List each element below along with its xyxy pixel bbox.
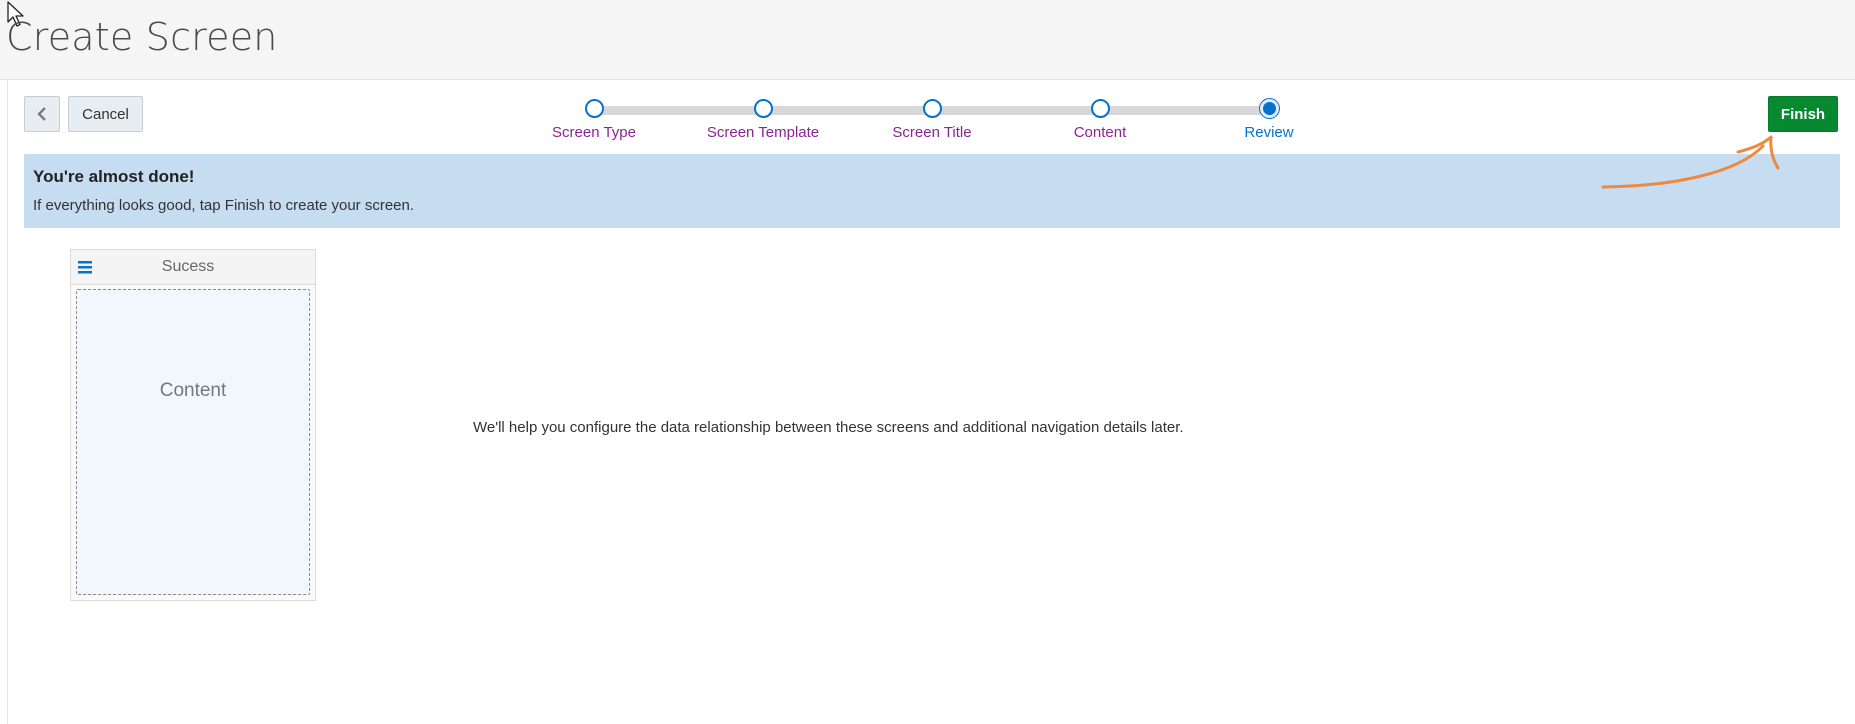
train-step-label-screen-type[interactable]: Screen Type (552, 124, 636, 141)
train-step-dot-content[interactable] (1091, 99, 1110, 118)
screen-preview: Sucess Content (70, 249, 316, 601)
train-step-label-review[interactable]: Review (1244, 124, 1293, 141)
train-step-label-content[interactable]: Content (1074, 124, 1127, 141)
banner-text: If everything looks good, tap Finish to … (33, 197, 415, 214)
annotation-arrow-icon (1588, 124, 1788, 201)
chevron-left-icon (37, 107, 46, 121)
cancel-button[interactable]: Cancel (68, 96, 143, 132)
screen-preview-content-area: Content (76, 289, 310, 595)
train-step-dot-review[interactable] (1260, 99, 1279, 118)
page-header: Create Screen (0, 0, 1855, 80)
train-step-label-screen-title[interactable]: Screen Title (892, 124, 971, 141)
content-placeholder-label: Content (159, 380, 227, 401)
screen-preview-title: Sucess (161, 258, 215, 275)
train-step-dot-screen-template[interactable] (754, 99, 773, 118)
train-step-label-screen-template[interactable]: Screen Template (707, 124, 819, 141)
back-button[interactable] (24, 96, 60, 132)
info-text: We'll help you configure the data relati… (473, 419, 1184, 436)
wizard-panel: Cancel Screen Type Screen Template Scree… (7, 80, 1855, 724)
screen-preview-header: Sucess (71, 250, 315, 285)
train-step-dot-screen-title[interactable] (923, 99, 942, 118)
banner-title: You're almost done! (33, 167, 195, 186)
info-banner: You're almost done! If everything looks … (24, 154, 1840, 228)
train-step-dot-screen-type[interactable] (585, 99, 604, 118)
page-title: Create Screen (6, 15, 278, 59)
